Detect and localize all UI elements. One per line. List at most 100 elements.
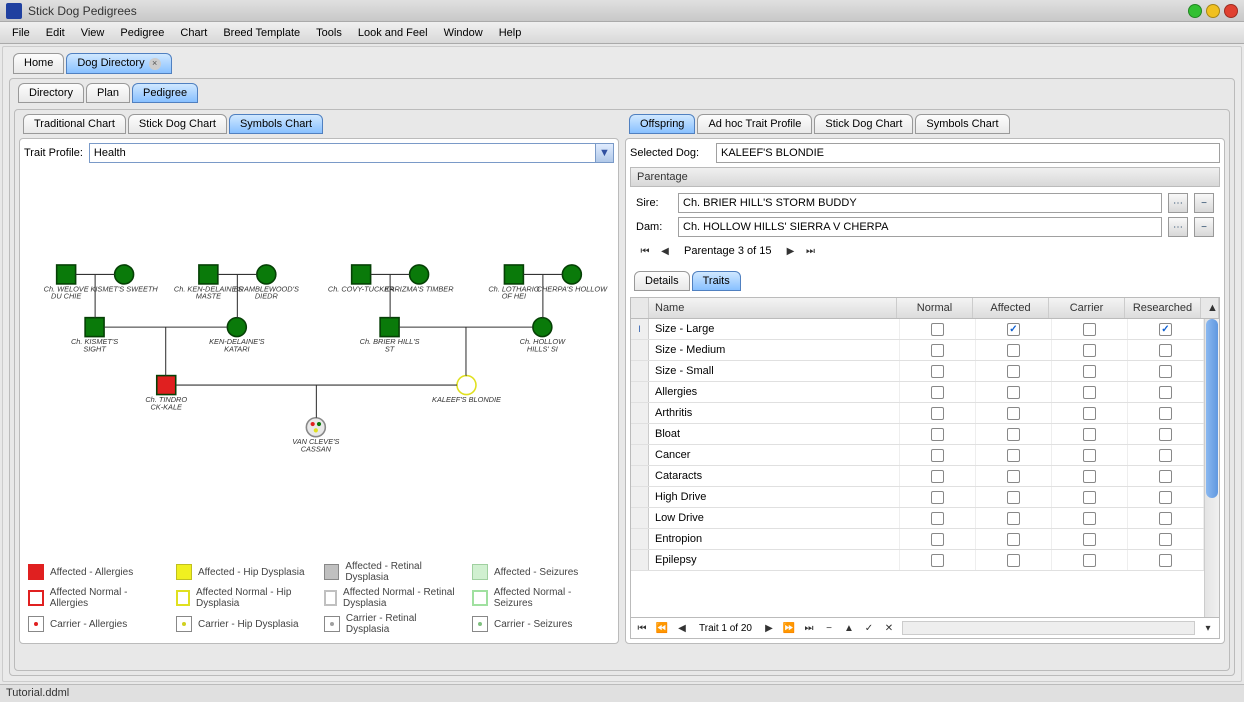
menu-look-and-feel[interactable]: Look and Feel	[350, 24, 436, 42]
table-row[interactable]: Size - Medium	[631, 340, 1204, 361]
checkbox[interactable]	[931, 554, 944, 567]
checkbox[interactable]	[1083, 365, 1096, 378]
checkbox[interactable]	[1159, 449, 1172, 462]
menu-pedigree[interactable]: Pedigree	[112, 24, 172, 42]
checkbox[interactable]	[1159, 365, 1172, 378]
th-affected[interactable]: Affected	[973, 298, 1049, 318]
minimize-button[interactable]	[1188, 4, 1202, 18]
dam-lookup-button[interactable]: ⋯	[1168, 217, 1188, 237]
tab-stick-dog-chart[interactable]: Stick Dog Chart	[814, 114, 913, 134]
checkbox[interactable]	[1083, 470, 1096, 483]
checkbox[interactable]	[1159, 470, 1172, 483]
tab-offspring[interactable]: Offspring	[629, 114, 695, 134]
checkbox[interactable]	[1083, 407, 1096, 420]
sire-lookup-button[interactable]: ⋯	[1168, 193, 1188, 213]
footer-up-icon[interactable]: ▲	[840, 620, 858, 636]
table-row[interactable]: Epilepsy	[631, 550, 1204, 571]
menu-tools[interactable]: Tools	[308, 24, 350, 42]
checkbox[interactable]	[1007, 512, 1020, 525]
footer-x-icon[interactable]: ✕	[880, 620, 898, 636]
tab-pedigree[interactable]: Pedigree	[132, 83, 198, 103]
table-row[interactable]: High Drive	[631, 487, 1204, 508]
menu-chart[interactable]: Chart	[172, 24, 215, 42]
checkbox[interactable]	[1083, 554, 1096, 567]
footer-forward-icon[interactable]: ⏩	[780, 620, 798, 636]
tab-directory[interactable]: Directory	[18, 83, 84, 103]
checkbox[interactable]	[1159, 344, 1172, 357]
footer-last-icon[interactable]: ⏭	[800, 620, 818, 636]
table-row[interactable]: Size - Small	[631, 361, 1204, 382]
checkbox[interactable]	[1083, 491, 1096, 504]
traits-tbody[interactable]: ISize - Large✓✓Size - MediumSize - Small…	[631, 319, 1204, 617]
checkbox[interactable]	[1083, 386, 1096, 399]
checkbox[interactable]	[1007, 344, 1020, 357]
table-row[interactable]: Low Drive	[631, 508, 1204, 529]
footer-check-icon[interactable]: ✓	[860, 620, 878, 636]
checkbox[interactable]: ✓	[1007, 323, 1020, 336]
menu-edit[interactable]: Edit	[38, 24, 73, 42]
th-researched[interactable]: Researched	[1125, 298, 1201, 318]
checkbox[interactable]	[1007, 533, 1020, 546]
hscroll-thumb[interactable]	[903, 622, 1194, 634]
checkbox[interactable]	[931, 386, 944, 399]
nav-first-icon[interactable]: ⏮	[636, 243, 654, 259]
checkbox[interactable]	[931, 428, 944, 441]
menu-breed-template[interactable]: Breed Template	[215, 24, 308, 42]
table-row[interactable]: Allergies	[631, 382, 1204, 403]
vertical-scrollbar[interactable]	[1204, 319, 1219, 617]
close-button[interactable]	[1224, 4, 1238, 18]
th-name[interactable]: Name	[649, 298, 897, 318]
tab-stick-dog-chart[interactable]: Stick Dog Chart	[128, 114, 227, 134]
checkbox[interactable]	[931, 533, 944, 546]
dam-clear-button[interactable]: −	[1194, 217, 1214, 237]
checkbox[interactable]	[1007, 491, 1020, 504]
checkbox[interactable]	[1083, 512, 1096, 525]
tab-ad-hoc-trait-profile[interactable]: Ad hoc Trait Profile	[697, 114, 812, 134]
checkbox[interactable]	[1159, 554, 1172, 567]
tab-traditional-chart[interactable]: Traditional Chart	[23, 114, 126, 134]
nav-prev-icon[interactable]: ◀	[656, 243, 674, 259]
trait-profile-dropdown[interactable]: Health ▼	[89, 143, 614, 163]
footer-next-icon[interactable]: ▶	[760, 620, 778, 636]
checkbox[interactable]	[1007, 407, 1020, 420]
checkbox[interactable]	[1159, 512, 1172, 525]
nav-last-icon[interactable]: ⏭	[801, 243, 819, 259]
checkbox[interactable]	[931, 491, 944, 504]
checkbox[interactable]	[1007, 554, 1020, 567]
checkbox[interactable]	[1159, 407, 1172, 420]
menu-view[interactable]: View	[73, 24, 113, 42]
tab-symbols-chart[interactable]: Symbols Chart	[915, 114, 1009, 134]
selected-dog-field[interactable]: KALEEF'S BLONDIE	[716, 143, 1220, 163]
checkbox[interactable]	[1007, 449, 1020, 462]
table-row[interactable]: Bloat	[631, 424, 1204, 445]
tab-home[interactable]: Home	[13, 53, 64, 74]
checkbox[interactable]	[1007, 386, 1020, 399]
close-icon[interactable]: ×	[149, 58, 161, 70]
sire-field[interactable]: Ch. BRIER HILL'S STORM BUDDY	[678, 193, 1162, 213]
menu-file[interactable]: File	[4, 24, 38, 42]
table-row[interactable]: Cancer	[631, 445, 1204, 466]
table-row[interactable]: Cataracts	[631, 466, 1204, 487]
sire-clear-button[interactable]: −	[1194, 193, 1214, 213]
footer-prev-icon[interactable]: ◀	[673, 620, 691, 636]
checkbox[interactable]	[931, 512, 944, 525]
tab-plan[interactable]: Plan	[86, 83, 130, 103]
checkbox[interactable]	[931, 365, 944, 378]
footer-down-icon[interactable]: ▾	[1199, 620, 1217, 636]
tab-symbols-chart[interactable]: Symbols Chart	[229, 114, 323, 134]
maximize-button[interactable]	[1206, 4, 1220, 18]
scrollbar-thumb[interactable]	[1206, 319, 1218, 498]
table-row[interactable]: ISize - Large✓✓	[631, 319, 1204, 340]
tab-details[interactable]: Details	[634, 271, 690, 291]
tab-traits[interactable]: Traits	[692, 271, 741, 291]
checkbox[interactable]	[1159, 428, 1172, 441]
nav-next-icon[interactable]: ▶	[781, 243, 799, 259]
checkbox[interactable]: ✓	[1159, 323, 1172, 336]
checkbox[interactable]	[1083, 323, 1096, 336]
th-normal[interactable]: Normal	[897, 298, 973, 318]
checkbox[interactable]	[1159, 533, 1172, 546]
tab-dog-directory[interactable]: Dog Directory×	[66, 53, 171, 74]
checkbox[interactable]	[931, 344, 944, 357]
checkbox[interactable]	[1083, 428, 1096, 441]
checkbox[interactable]	[1083, 449, 1096, 462]
